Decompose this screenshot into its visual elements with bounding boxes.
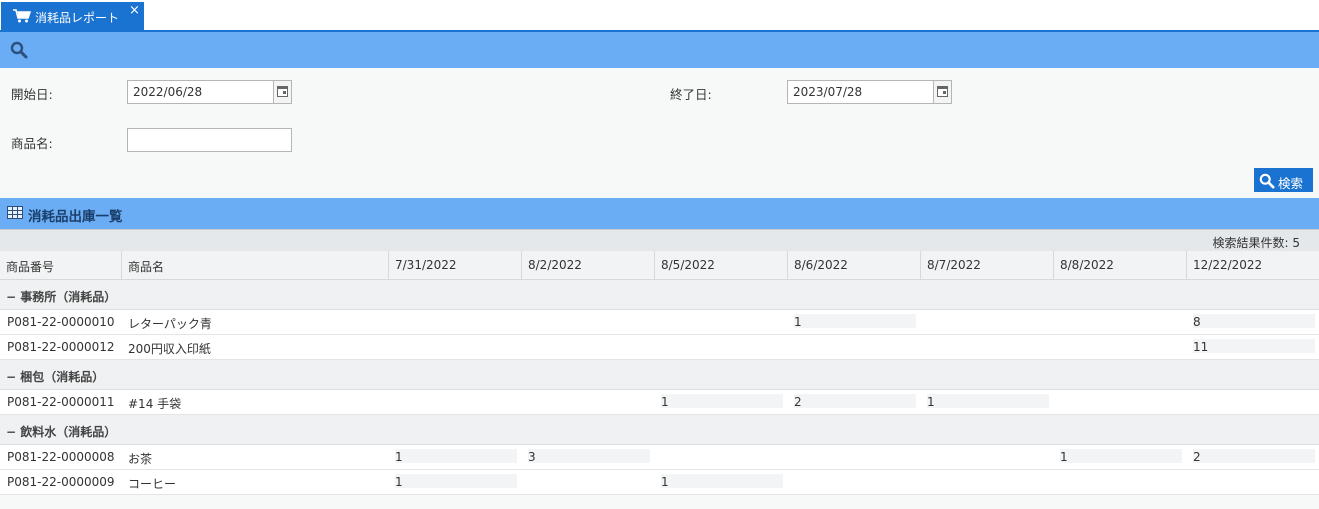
consumables-report-page: 消耗品レポート × 開始日: 2022/06/28 終了日: 2023/07/2… — [0, 0, 1319, 509]
group-row[interactable]: − 梱包（消耗品） — [0, 360, 1319, 390]
quantity-cell: 3 — [528, 449, 650, 464]
quantity-value: 1 — [661, 395, 669, 409]
quantity-cell: 1 — [1060, 449, 1182, 464]
column-header-label: 商品番号 — [6, 260, 55, 274]
column-header[interactable]: 7/31/2022 — [388, 251, 521, 279]
result-count-bar: 検索結果件数: 5 — [0, 229, 1319, 251]
product-code: P081-22-0000012 — [7, 340, 115, 354]
column-header-label: 8/6/2022 — [794, 258, 848, 272]
end-date-value: 2023/07/28 — [793, 85, 863, 99]
product-name: レターパック青 — [128, 317, 212, 331]
calendar-icon — [937, 86, 948, 97]
quantity-value: 2 — [1193, 450, 1201, 464]
column-header[interactable]: 商品番号 — [0, 251, 121, 279]
tab-strip: 消耗品レポート × — [0, 0, 1319, 32]
quantity-cell: 2 — [1193, 449, 1315, 464]
product-name: 200円収入印紙 — [128, 342, 211, 356]
column-header-label: 8/2/2022 — [528, 258, 582, 272]
quantity-value: 1 — [794, 315, 802, 329]
group-row[interactable]: − 飲料水（消耗品） — [0, 415, 1319, 445]
product-name-input[interactable] — [127, 128, 292, 152]
product-code: P081-22-0000011 — [7, 395, 115, 409]
quantity-cell: 1 — [794, 314, 916, 329]
quantity-cell: 1 — [395, 474, 517, 489]
product-name-label: 商品名: — [11, 136, 53, 151]
list-title: 消耗品出庫一覧 — [28, 209, 123, 225]
quantity-value: 1 — [395, 450, 403, 464]
quantity-value: 3 — [528, 450, 536, 464]
quantity-cell: 11 — [1193, 339, 1315, 354]
column-header-label: 12/22/2022 — [1193, 258, 1263, 272]
consumables-table: 商品番号 商品名 7/31/2022 8/2/2022 8/5/2022 8/6/2022… — [0, 251, 1319, 495]
group-label: − 梱包（消耗品） — [6, 370, 105, 384]
quantity-value: 1 — [661, 475, 669, 489]
result-count-value: 5 — [1292, 236, 1300, 250]
column-header[interactable]: 8/7/2022 — [920, 251, 1053, 279]
product-name: コーヒー — [128, 477, 177, 491]
calendar-icon — [277, 86, 288, 97]
table-icon — [7, 206, 23, 219]
quantity-cell: 8 — [1193, 314, 1315, 329]
product-name: #14 手袋 — [128, 397, 182, 411]
quantity-value: 11 — [1193, 340, 1209, 354]
quantity-value: 1 — [395, 475, 403, 489]
quantity-cell: 1 — [927, 394, 1049, 409]
quantity-cell: 2 — [794, 394, 916, 409]
column-header[interactable]: 8/6/2022 — [787, 251, 920, 279]
column-header-label: 商品名 — [128, 260, 165, 274]
quantity-cell: 1 — [661, 474, 783, 489]
column-header-label: 8/5/2022 — [661, 258, 715, 272]
quantity-value: 1 — [1060, 450, 1068, 464]
group-label: − 事務所（消耗品） — [6, 290, 117, 304]
column-header-label: 7/31/2022 — [395, 258, 457, 272]
close-icon[interactable]: × — [129, 4, 140, 17]
product-code: P081-22-0000008 — [7, 450, 115, 464]
filter-form: 開始日: 2022/06/28 終了日: 2023/07/28 商品名: 検索 — [0, 68, 1319, 198]
cart-icon — [13, 9, 31, 23]
calendar-button[interactable] — [933, 81, 951, 103]
quantity-cell: 1 — [395, 449, 517, 464]
end-date-field[interactable]: 2023/07/28 — [787, 80, 952, 104]
start-date-field[interactable]: 2022/06/28 — [127, 80, 292, 104]
column-header[interactable]: 商品名 — [121, 251, 388, 279]
result-count: 検索結果件数: 5 — [1212, 236, 1300, 250]
table-row[interactable]: P081-22-0000009 コーヒー 1 1 — [0, 470, 1319, 495]
column-header[interactable]: 8/8/2022 — [1053, 251, 1186, 279]
search-button[interactable]: 検索 — [1254, 168, 1313, 192]
tab-label: 消耗品レポート — [35, 11, 120, 25]
product-name: お茶 — [128, 452, 153, 466]
search-icon — [10, 41, 28, 59]
table-header-row: 商品番号 商品名 7/31/2022 8/2/2022 8/5/2022 8/6/2022… — [0, 251, 1319, 280]
search-panel-header[interactable] — [0, 32, 1319, 68]
quantity-value: 1 — [927, 395, 935, 409]
start-date-label: 開始日: — [11, 87, 53, 102]
calendar-button[interactable] — [273, 81, 291, 103]
table-row[interactable]: P081-22-0000010 レターパック青 1 8 — [0, 310, 1319, 335]
column-header[interactable]: 12/22/2022 — [1186, 251, 1319, 279]
group-label: − 飲料水（消耗品） — [6, 425, 117, 439]
end-date-label: 終了日: — [670, 87, 712, 102]
group-row[interactable]: − 事務所（消耗品） — [0, 280, 1319, 310]
column-header-label: 8/7/2022 — [927, 258, 981, 272]
column-header[interactable]: 8/5/2022 — [654, 251, 787, 279]
quantity-cell: 1 — [661, 394, 783, 409]
tab-consumables-report[interactable]: 消耗品レポート × — [1, 2, 144, 30]
quantity-value: 2 — [794, 395, 802, 409]
list-section-header: 消耗品出庫一覧 — [0, 198, 1319, 229]
table-row[interactable]: P081-22-0000008 お茶 1 3 1 2 — [0, 445, 1319, 470]
quantity-value: 8 — [1193, 315, 1201, 329]
table-row[interactable]: P081-22-0000012 200円収入印紙 11 — [0, 335, 1319, 360]
search-icon — [1259, 173, 1275, 189]
start-date-value: 2022/06/28 — [133, 85, 203, 99]
product-code: P081-22-0000010 — [7, 315, 115, 329]
search-button-label: 検索 — [1278, 176, 1304, 191]
product-code: P081-22-0000009 — [7, 475, 115, 489]
table-row[interactable]: P081-22-0000011 #14 手袋 1 2 1 — [0, 390, 1319, 415]
column-header[interactable]: 8/2/2022 — [521, 251, 654, 279]
column-header-label: 8/8/2022 — [1060, 258, 1114, 272]
